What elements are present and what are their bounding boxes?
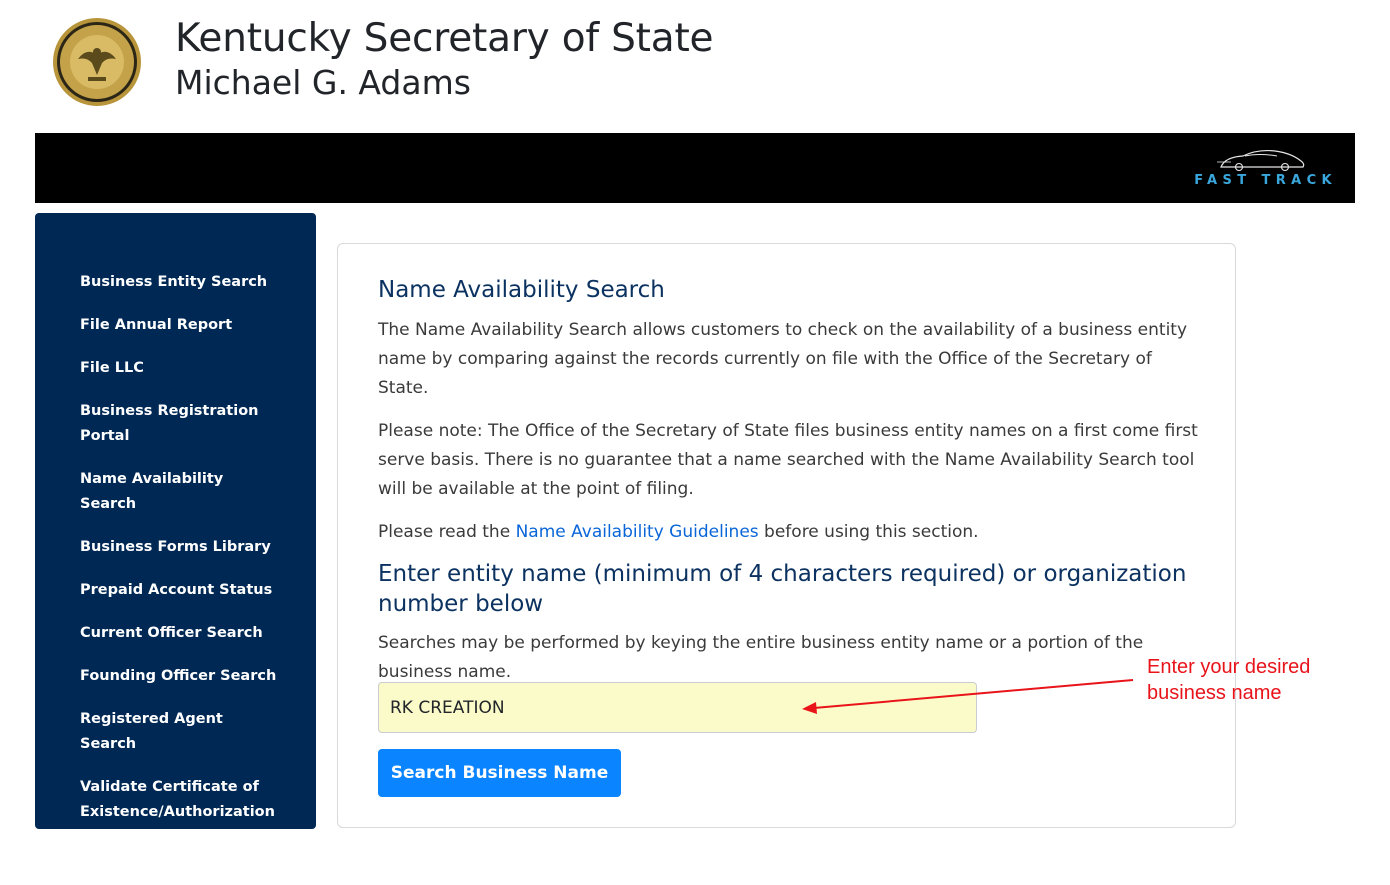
guidelines-suffix: before using this section. [758,522,979,542]
sidebar-item-current-officer-search[interactable]: Current Officer Search [80,621,280,646]
sidebar-item-file-llc[interactable]: File LLC [80,356,280,381]
sidebar-item: Business Forms Library [80,535,280,560]
sidebar-item: Business Registration Portal [80,399,280,449]
section-subtitle: Enter entity name (minimum of 4 characte… [378,561,1187,617]
sidebar-item-registered-agent-search[interactable]: Registered Agent Search [80,707,280,757]
sidebar-item-name-availability-search[interactable]: Name Availability Search [80,467,280,517]
guidelines-link[interactable]: Name Availability Guidelines [516,522,759,542]
sidebar-item-business-registration-portal[interactable]: Business Registration Portal [80,399,280,449]
sidebar-item: File LLC [80,356,280,381]
card-content: Name Availability Search The Name Availa… [378,274,1198,687]
sidebar-item-founding-officer-search[interactable]: Founding Officer Search [80,664,280,689]
sidebar-item-business-forms-library[interactable]: Business Forms Library [80,535,280,560]
annotation-arrow-icon [802,679,1134,714]
guidelines-prefix: Please read the [378,522,516,542]
car-icon [1217,149,1305,172]
sidebar-item: Current Officer Search [80,621,280,646]
sidebar-item-file-annual-report[interactable]: File Annual Report [80,313,280,338]
sidebar-item-prepaid-account-status[interactable]: Prepaid Account Status [80,578,280,603]
sidebar-nav: Business Entity Search File Annual Repor… [80,270,280,843]
intro-text: The Name Availability Search allows cust… [378,320,1188,398]
sidebar-item-business-entity-search[interactable]: Business Entity Search [80,270,280,295]
sidebar-item: Business Entity Search [80,270,280,295]
sidebar-item: Validate Certificate of Existence/Author… [80,775,280,825]
fast-track-text: FAST TRACK [1194,173,1337,188]
sidebar-item-validate-certificate[interactable]: Validate Certificate of Existence/Author… [80,775,280,825]
sidebar-item: File Annual Report [80,313,280,338]
sidebar-item: Name Availability Search [80,467,280,517]
guidelines-text: Please read the Name Availability Guidel… [378,518,1198,547]
sidebar: Business Entity Search File Annual Repor… [35,213,316,829]
name-search-card: Name Availability Search The Name Availa… [337,243,1236,828]
search-business-name-button[interactable]: Search Business Name [378,749,621,797]
fast-track-logo[interactable]: FAST TRACK [1194,147,1337,191]
sidebar-item: Prepaid Account Status [80,578,280,603]
site-title: Kentucky Secretary of State [175,16,714,61]
header-banner: FAST TRACK [35,133,1355,203]
state-seal-icon [53,18,141,106]
annotation-label: Enter your desired business name [1147,656,1311,704]
sidebar-item: Registered Agent Search [80,707,280,757]
site-subtitle: Michael G. Adams [175,63,471,102]
note-text: Please note: The Office of the Secretary… [378,421,1198,499]
sidebar-item: Founding Officer Search [80,664,280,689]
page-title: Name Availability Search [378,277,665,303]
